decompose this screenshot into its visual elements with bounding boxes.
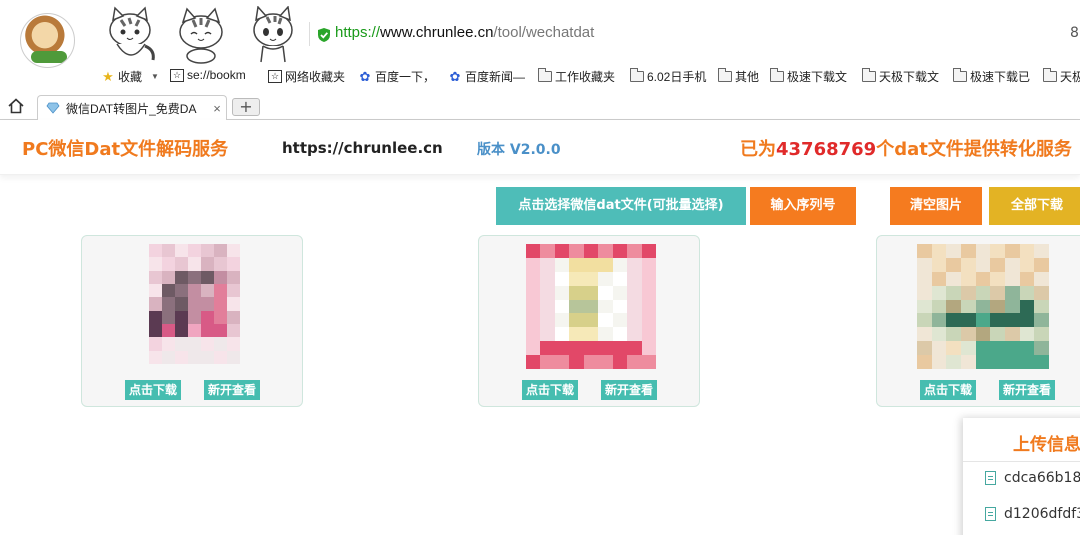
bookmark-folder[interactable]: 天极下载文 [862,68,939,85]
bookmark-item[interactable]: ✿ 百度一下， [358,68,435,85]
bookmark-folder[interactable]: 天极 [1043,68,1080,85]
bookmark-label: 极速下载文 [787,70,848,84]
upload-info-title: 上传信息 [1013,435,1080,455]
folder-icon [718,68,732,82]
toolbar-edge-glyph[interactable]: 8 [1070,25,1079,41]
image-card: 点击下载 新开查看 [478,235,700,407]
select-dat-files-button[interactable]: 点击选择微信dat文件(可批量选择) [496,187,746,225]
folder-icon [1043,68,1057,82]
card-actions: 点击下载 新开查看 [877,380,1080,400]
bookmark-folder[interactable]: 极速下载文 [770,68,847,85]
url-protocol: https:// [335,24,381,41]
enter-serial-button[interactable]: 输入序列号 [750,187,856,225]
url-divider [309,22,310,46]
baidu-paw-icon: ✿ [359,69,371,84]
bookmark-label: 天极 [1060,70,1080,84]
open-image-button[interactable]: 新开查看 [999,380,1056,400]
download-image-button[interactable]: 点击下载 [125,380,182,400]
address-bar[interactable]: https://www.chrunlee.cn/tool/wechatdat [335,24,594,41]
bookmark-label: 工作收藏夹 [555,70,616,84]
site-link[interactable]: https://chrunlee.cn [282,139,443,157]
home-icon[interactable] [8,98,24,114]
url-host: www.chrunlee.cn [380,24,494,41]
tab-title: 微信DAT转图片_免费DA [66,101,197,116]
upload-info-panel: 上传信息 cdca66b189 d1206dfdf3 [963,418,1080,535]
uploaded-file-item: d1206dfdf3 [985,506,1080,522]
bookmark-label: 收藏 [118,70,143,84]
cat-skin-image-3 [253,6,293,63]
profile-avatar[interactable] [20,13,75,68]
bookmarks-bar: ★ 收藏 ▼ ☆ se://bookm ☆ 网络收藏夹 ✿ 百度一下， ✿ 百度… [0,66,1080,88]
uploaded-file-name: cdca66b189 [1004,470,1080,486]
cat-skin-image-2 [179,7,223,64]
browser-chrome: https://www.chrunlee.cn/tool/wechatdat 8… [0,0,1080,120]
chevron-down-icon: ▼ [151,72,159,81]
served-prefix: 已为 [740,139,776,160]
download-image-button[interactable]: 点击下载 [920,380,977,400]
image-card: 点击下载 新开查看 [876,235,1080,407]
bookmark-icon: ☆ [268,70,282,83]
bookmark-item[interactable]: ☆ se://bookm [170,68,246,82]
bookmark-label: 6.02日手机 [647,70,707,84]
bookmark-icon: ☆ [170,68,184,82]
bookmark-folder[interactable]: 极速下载已 [953,68,1030,85]
served-counter: 已为43768769个dat文件提供转化服务 [740,135,1072,161]
bookmark-folder[interactable]: 工作收藏夹 [538,68,615,85]
new-tab-button[interactable]: + [232,98,260,116]
folder-icon [770,68,784,82]
bookmark-favorites[interactable]: ★ 收藏 ▼ [101,68,159,85]
baidu-paw-icon: ✿ [449,69,461,84]
cat-skin-image-1 [109,6,155,61]
secure-shield-icon [318,28,330,42]
bookmark-label: se://bookm [187,68,246,82]
bookmark-label: 其他 [735,70,760,84]
served-count: 43768769 [776,139,877,160]
card-actions: 点击下载 新开查看 [82,380,302,400]
diamond-favicon-icon [46,102,60,114]
bookmark-label: 天极下载文 [879,70,940,84]
brand-title: PC微信Dat文件解码服务 [22,139,229,160]
served-suffix: 个dat文件提供转化服务 [876,139,1072,160]
open-image-button[interactable]: 新开查看 [601,380,658,400]
download-all-button[interactable]: 全部下载 [989,187,1080,225]
tab-bar: 微信DAT转图片_免费DA × + [0,93,1080,120]
folder-icon [862,68,876,82]
bookmark-label: 网络收藏夹 [285,70,346,84]
file-icon [985,471,996,485]
bookmark-item[interactable]: ☆ 网络收藏夹 [268,68,345,85]
bookmark-item[interactable]: ✿ 百度新闻— [448,68,525,85]
version-label: 版本 V2.0.0 [477,142,561,158]
bookmark-folder[interactable]: 其他 [718,68,759,85]
clear-images-button[interactable]: 清空图片 [890,187,982,225]
folder-icon [630,68,644,82]
tab-wechat-dat[interactable]: 微信DAT转图片_免费DA × [37,95,227,120]
page-header: PC微信Dat文件解码服务 https://chrunlee.cn 版本 V2.… [0,120,1080,175]
folder-icon [953,68,967,82]
file-icon [985,507,996,521]
open-image-button[interactable]: 新开查看 [204,380,261,400]
bookmark-label: 百度新闻— [465,70,526,84]
uploaded-file-name: d1206dfdf3 [1004,506,1080,522]
pixelated-image-thumbnail[interactable] [526,244,656,369]
pixelated-image-thumbnail[interactable] [917,244,1049,369]
bookmark-label: 百度一下， [375,70,436,84]
uploaded-file-item: cdca66b189 [985,470,1080,486]
card-actions: 点击下载 新开查看 [479,380,699,400]
star-icon: ★ [102,69,114,84]
bookmark-folder[interactable]: 6.02日手机 [630,68,706,85]
divider [963,461,1080,462]
bookmark-label: 极速下载已 [970,70,1031,84]
pixelated-image-thumbnail[interactable] [149,244,240,364]
url-path: /tool/wechatdat [493,24,595,41]
download-image-button[interactable]: 点击下载 [522,380,579,400]
tab-close-icon[interactable]: × [208,101,226,116]
image-card: 点击下载 新开查看 [81,235,303,407]
folder-icon [538,68,552,82]
